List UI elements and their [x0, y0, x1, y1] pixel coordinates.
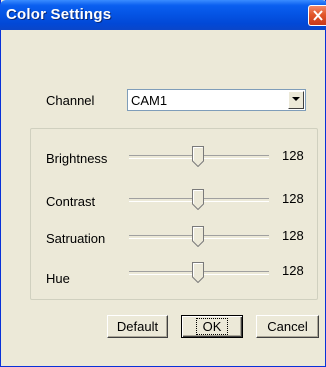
contrast-label: Contrast — [46, 194, 96, 209]
chevron-down-icon — [292, 97, 300, 101]
hue-value: 128 — [282, 263, 304, 278]
close-icon — [313, 10, 323, 21]
saturation-slider-thumb-icon[interactable] — [192, 226, 204, 247]
window-title: Color Settings — [6, 6, 112, 23]
ok-button-label: OK — [195, 317, 229, 335]
hue-label: Hue — [46, 271, 70, 286]
color-settings-dialog: Color Settings Channel CAM1 Brightness 1… — [0, 0, 326, 367]
close-button[interactable] — [308, 5, 326, 26]
contrast-slider-thumb-icon[interactable] — [192, 189, 204, 210]
brightness-slider-thumb-icon[interactable] — [192, 146, 204, 167]
saturation-value: 128 — [282, 228, 304, 243]
default-button[interactable]: Default — [107, 315, 168, 338]
saturation-label: Satruation — [46, 231, 106, 246]
contrast-value: 128 — [282, 191, 304, 206]
channel-dropdown-button[interactable] — [288, 91, 304, 109]
title-bar[interactable]: Color Settings — [0, 0, 326, 30]
channel-select[interactable]: CAM1 — [127, 89, 306, 111]
cancel-button[interactable]: Cancel — [256, 315, 319, 338]
hue-slider-thumb-icon[interactable] — [192, 262, 204, 283]
brightness-label: Brightness — [46, 151, 108, 166]
brightness-value: 128 — [282, 148, 304, 163]
channel-label: Channel — [46, 93, 95, 108]
ok-button[interactable]: OK — [181, 315, 243, 338]
channel-selected-value: CAM1 — [131, 93, 168, 108]
